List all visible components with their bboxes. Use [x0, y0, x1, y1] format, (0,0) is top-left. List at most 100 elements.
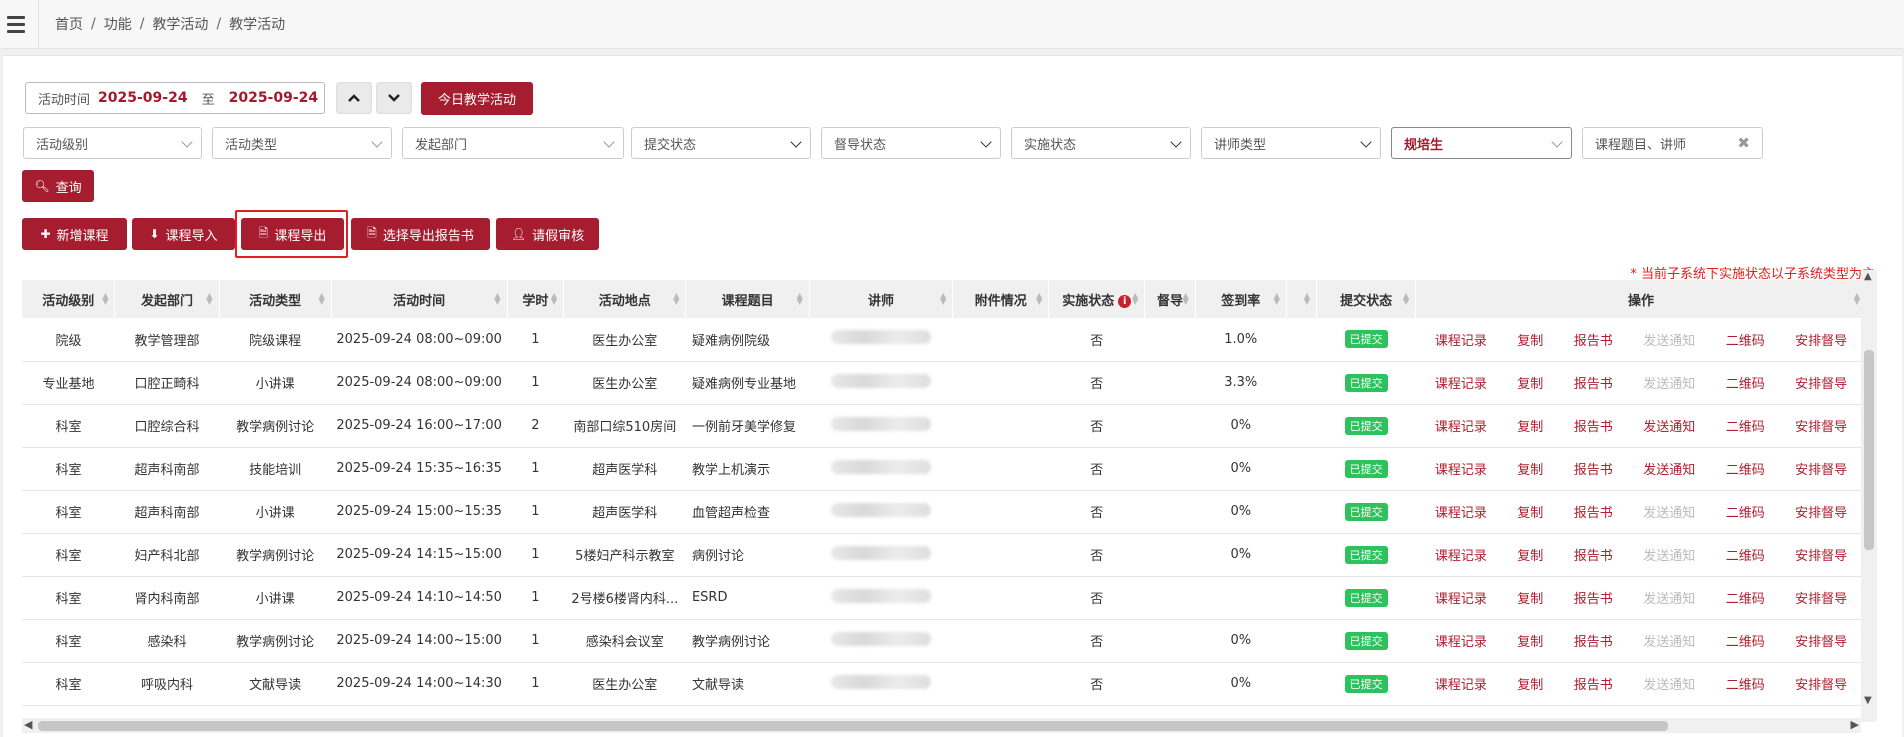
copy-link[interactable]: 复制 [1517, 416, 1543, 435]
qrcode-link[interactable]: 二维码 [1726, 459, 1765, 478]
qrcode-link[interactable]: 二维码 [1726, 631, 1765, 650]
sort-icon[interactable]: ▲ ▼ [319, 292, 325, 306]
report-link[interactable]: 报告书 [1574, 674, 1613, 693]
breadcrumb-function[interactable]: 功能 [104, 14, 132, 34]
assign-supervise-link[interactable]: 安排督导 [1795, 459, 1847, 478]
scroll-left-icon[interactable]: ◀ [24, 718, 32, 731]
sort-icon[interactable]: ▲ ▼ [673, 292, 679, 306]
filter-submit-status[interactable]: 提交状态 [631, 127, 811, 159]
sort-icon[interactable]: ▲ ▼ [1132, 292, 1138, 306]
report-link[interactable]: 报告书 [1574, 631, 1613, 650]
table-row[interactable]: 科室 超声科南部 技能培训 2025-09-24 15:35~16:35 1 超声医学科教… [22, 447, 1867, 491]
send-notice-link[interactable]: 发送通知 [1643, 373, 1695, 392]
assign-supervise-link[interactable]: 安排督导 [1795, 373, 1847, 392]
filter-impl-status[interactable]: 实施状态 [1011, 127, 1191, 159]
copy-link[interactable]: 复制 [1517, 373, 1543, 392]
prev-day-button[interactable] [336, 82, 372, 114]
hamburger-icon[interactable] [4, 12, 28, 36]
qrcode-link[interactable]: 二维码 [1726, 502, 1765, 521]
column-header[interactable]: 活动类型 ▲ ▼ [219, 280, 332, 318]
column-header[interactable]: 活动时间 ▲ ▼ [331, 280, 508, 318]
send-notice-link[interactable]: 发送通知 [1643, 588, 1695, 607]
table-row[interactable]: 科室 呼吸内科 文献导读 2025-09-24 14:00~14:30 1 医生办公室 文献… [22, 662, 1867, 706]
column-header[interactable]: 发起部门 ▲ ▼ [114, 280, 220, 318]
qrcode-link[interactable]: 二维码 [1726, 588, 1765, 607]
column-header[interactable]: 实施状态 i ▲ ▼ [1048, 280, 1146, 318]
column-header[interactable]: 学时 ▲ ▼ [507, 280, 565, 318]
date-start[interactable]: 2025-09-24 [98, 90, 188, 106]
filter-supervise-status[interactable]: 督导状态 [821, 127, 1001, 159]
copy-link[interactable]: 复制 [1517, 330, 1543, 349]
sort-icon[interactable]: ▲ ▼ [797, 292, 803, 306]
vertical-scroll-thumb[interactable] [1864, 350, 1874, 550]
course-record-link[interactable]: 课程记录 [1435, 588, 1487, 607]
report-link[interactable]: 报告书 [1574, 373, 1613, 392]
table-row[interactable]: 科室 超声科南部 小讲课 2025-09-24 15:00~15:35 1 超声医学科 血管… [22, 490, 1867, 534]
sort-icon[interactable]: ▲ ▼ [494, 292, 500, 306]
copy-link[interactable]: 复制 [1517, 631, 1543, 650]
filter-lecturer-type[interactable]: 讲师类型 [1201, 127, 1381, 159]
assign-supervise-link[interactable]: 安排督导 [1795, 416, 1847, 435]
course-record-link[interactable]: 课程记录 [1435, 545, 1487, 564]
sort-icon[interactable]: ▲ ▼ [1854, 292, 1860, 306]
filter-type[interactable]: 活动类型 [212, 127, 392, 159]
leave-review-button[interactable]: 👤︎ 请假审核 [496, 218, 599, 250]
copy-link[interactable]: 复制 [1517, 545, 1543, 564]
sort-icon[interactable]: ▲ ▼ [1183, 292, 1189, 306]
column-header[interactable]: 附件情况 ▲ ▼ [952, 280, 1050, 318]
assign-supervise-link[interactable]: 安排督导 [1795, 631, 1847, 650]
column-header[interactable]: 操作 ▲ ▼ [1415, 280, 1867, 318]
horizontal-scrollbar[interactable]: ◀ ▶ [22, 718, 1861, 733]
copy-link[interactable]: 复制 [1517, 459, 1543, 478]
scroll-right-icon[interactable]: ▶ [1851, 718, 1859, 731]
send-notice-link[interactable]: 发送通知 [1643, 459, 1695, 478]
send-notice-link[interactable]: 发送通知 [1643, 545, 1695, 564]
breadcrumb-teaching[interactable]: 教学活动 [152, 14, 208, 34]
sort-icon[interactable]: ▲ ▼ [1036, 292, 1042, 306]
sort-icon[interactable]: ▲ ▼ [940, 292, 946, 306]
course-record-link[interactable]: 课程记录 [1435, 674, 1487, 693]
info-icon[interactable]: i [1118, 294, 1132, 308]
copy-link[interactable]: 复制 [1517, 502, 1543, 521]
assign-supervise-link[interactable]: 安排督导 [1795, 330, 1847, 349]
import-course-button[interactable]: ⬇ 课程导入 [132, 218, 235, 250]
report-link[interactable]: 报告书 [1574, 459, 1613, 478]
sort-icon[interactable]: ▲ ▼ [551, 292, 557, 306]
date-end[interactable]: 2025-09-24 [229, 90, 319, 106]
send-notice-link[interactable]: 发送通知 [1643, 330, 1695, 349]
next-day-button[interactable] [376, 82, 412, 114]
horizontal-scroll-thumb[interactable] [38, 721, 1668, 731]
column-header[interactable]: 活动级别 ▲ ▼ [22, 280, 116, 318]
today-button[interactable]: 今日教学活动 [421, 82, 533, 115]
qrcode-link[interactable]: 二维码 [1726, 373, 1765, 392]
report-link[interactable]: 报告书 [1574, 416, 1613, 435]
qrcode-link[interactable]: 二维码 [1726, 545, 1765, 564]
column-header[interactable]: 活动地点 ▲ ▼ [563, 280, 687, 318]
sort-icon[interactable]: ▲ ▼ [206, 292, 212, 306]
table-row[interactable]: 科室 口腔综合科 教学病例讨论 2025-09-24 16:00~17:00 2 南部口综… [22, 404, 1867, 448]
send-notice-link[interactable]: 发送通知 [1643, 674, 1695, 693]
clear-icon[interactable]: ✖ [1737, 134, 1750, 152]
export-report-button[interactable]: 🗎 选择导出报告书 [351, 218, 490, 250]
column-header[interactable]: ▲ ▼ [1286, 280, 1318, 318]
assign-supervise-link[interactable]: 安排督导 [1795, 502, 1847, 521]
column-header[interactable]: 签到率 ▲ ▼ [1195, 280, 1287, 318]
vertical-scrollbar[interactable]: ▲ ▼ [1861, 270, 1877, 722]
filter-dept[interactable]: 发起部门 [402, 127, 624, 159]
report-link[interactable]: 报告书 [1574, 588, 1613, 607]
copy-link[interactable]: 复制 [1517, 588, 1543, 607]
search-input[interactable]: 课程题目、讲师 ✖ [1582, 127, 1763, 159]
sort-icon[interactable]: ▲ ▼ [1274, 292, 1280, 306]
course-record-link[interactable]: 课程记录 [1435, 631, 1487, 650]
course-record-link[interactable]: 课程记录 [1435, 459, 1487, 478]
filter-level[interactable]: 活动级别 [23, 127, 202, 159]
course-record-link[interactable]: 课程记录 [1435, 416, 1487, 435]
table-row[interactable]: 院级 教学管理部 院级课程 2025-09-24 08:00~09:00 1 医生办公室疑… [22, 318, 1867, 362]
qrcode-link[interactable]: 二维码 [1726, 330, 1765, 349]
query-button[interactable]: 🔍︎ 查询 [22, 170, 94, 202]
sort-icon[interactable]: ▲ ▼ [102, 292, 108, 306]
add-course-button[interactable]: ✚ 新增课程 [22, 218, 127, 250]
filter-trainee[interactable]: 规培生 [1391, 127, 1572, 159]
sort-icon[interactable]: ▲ ▼ [1403, 292, 1409, 306]
report-link[interactable]: 报告书 [1574, 330, 1613, 349]
